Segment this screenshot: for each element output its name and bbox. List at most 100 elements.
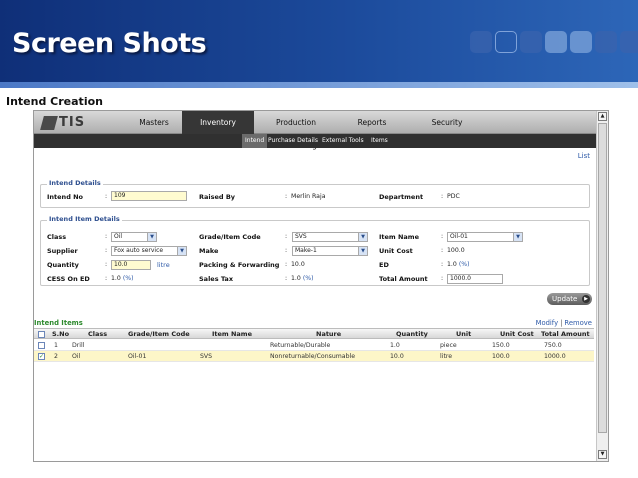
cell-quantity: 1.0	[390, 342, 400, 349]
update-label: Update	[552, 295, 578, 303]
sales-tax-percent: (%)	[302, 275, 314, 282]
slide-title: Screen Shots	[12, 28, 207, 59]
list-link[interactable]: List	[578, 152, 590, 160]
top-menu-bar: TIS Masters Inventory Production Account…	[34, 111, 596, 150]
vertical-scrollbar[interactable]: ▲ ▼	[596, 111, 608, 461]
intend-no-label: Intend No	[47, 193, 84, 201]
quantity-label: Quantity	[47, 261, 79, 269]
submenu-external-tools[interactable]: External Tools	[322, 134, 364, 148]
tile	[520, 31, 542, 53]
ed-number: 1.0	[447, 261, 457, 268]
col-grade: Grade/Item Code	[128, 330, 190, 338]
chevron-down-icon[interactable]: ▼	[513, 233, 522, 241]
cell-nature: Returnable/Durable	[270, 342, 331, 349]
supplier-select[interactable]: Fox auto service ▼	[111, 246, 187, 256]
item-name-value: Oil-01	[450, 233, 468, 240]
modify-link[interactable]: Modify	[536, 319, 559, 327]
colon: :	[105, 247, 108, 254]
submenu-bar: Intend Purchase Details External Tools I…	[34, 134, 596, 148]
item-name-label: Item Name	[379, 233, 419, 241]
colon: :	[285, 275, 288, 282]
intend-no-input[interactable]: 109	[111, 191, 187, 201]
banner-stripe	[0, 82, 638, 88]
tile	[595, 31, 617, 53]
scroll-down-icon[interactable]: ▼	[598, 450, 607, 459]
submenu-purchase-details[interactable]: Purchase Details	[268, 134, 318, 148]
table-row[interactable]: 1 Drill Returnable/Durable 1.0 piece 150…	[34, 340, 594, 351]
menu-inventory[interactable]: Inventory	[182, 111, 254, 134]
department-value: PDC	[447, 193, 460, 200]
make-select[interactable]: Make-1 ▼	[292, 246, 368, 256]
make-value: Make-1	[295, 247, 317, 254]
row-checkbox-checked[interactable]: ✓	[38, 353, 45, 360]
intend-details-group: Intend Details Intend No : 109 Raised By…	[40, 179, 590, 208]
chevron-down-icon[interactable]: ▼	[147, 233, 156, 241]
raised-by-label: Raised By	[199, 193, 236, 201]
quantity-input[interactable]: 10.0	[111, 260, 151, 270]
quantity-unit: litre	[157, 261, 170, 269]
colon: :	[105, 233, 108, 240]
submenu-intend[interactable]: Intend	[242, 134, 268, 148]
colon: :	[441, 193, 444, 200]
tile	[570, 31, 592, 53]
cell-class: Drill	[72, 342, 85, 349]
remove-link[interactable]: Remove	[564, 319, 592, 327]
update-button[interactable]: Update ▶	[547, 293, 592, 305]
chevron-down-icon[interactable]: ▼	[358, 233, 367, 241]
arrow-right-icon: ▶	[582, 295, 590, 303]
sales-tax-number: 1.0	[291, 275, 301, 282]
cell-unit: litre	[440, 353, 453, 360]
table-header: S.No Class Grade/Item Code Item Name Nat…	[34, 328, 594, 339]
colon: :	[285, 193, 288, 200]
slide-banner: Screen Shots	[0, 0, 638, 88]
menu-production-accounting[interactable]: Production Accounting	[254, 111, 338, 150]
tile	[545, 31, 567, 53]
menu-security[interactable]: Security	[412, 111, 482, 134]
cell-grade: Oil-01	[128, 353, 147, 360]
cell-total-amount: 750.0	[544, 342, 562, 349]
scroll-up-icon[interactable]: ▲	[598, 112, 607, 121]
colon: :	[441, 233, 444, 240]
colon: :	[285, 233, 288, 240]
col-unit: Unit	[456, 330, 472, 338]
make-label: Make	[199, 247, 219, 255]
menu-reports[interactable]: Reports	[342, 111, 402, 134]
scrollbar-thumb[interactable]	[598, 123, 607, 433]
intend-item-details-group: Intend Item Details Class : Oil ▼ Grade/I…	[40, 215, 590, 286]
cell-quantity: 10.0	[390, 353, 404, 360]
sales-tax-value: 1.0 (%)	[291, 275, 314, 282]
ed-label: ED	[379, 261, 389, 269]
cell-total-amount: 1000.0	[544, 353, 566, 360]
total-amount-input[interactable]: 1000.0	[447, 274, 503, 284]
unit-cost-value: 100.0	[447, 247, 465, 254]
chevron-down-icon[interactable]: ▼	[177, 247, 186, 255]
colon: :	[285, 261, 288, 268]
colon: :	[105, 261, 108, 268]
packing-forwarding-label: Packing & Forwarding	[199, 261, 280, 269]
grade-select[interactable]: SVS ▼	[292, 232, 368, 242]
logo-text: TIS	[59, 115, 86, 130]
cell-class: Oil	[72, 353, 81, 360]
cell-sno: 2	[54, 353, 58, 360]
intend-item-details-legend: Intend Item Details	[47, 215, 122, 223]
class-select[interactable]: Oil ▼	[111, 232, 157, 242]
colon: :	[105, 193, 108, 200]
col-sno: S.No	[52, 330, 70, 338]
col-item-name: Item Name	[212, 330, 252, 338]
row-checkbox[interactable]	[38, 342, 45, 349]
grade-label: Grade/Item Code	[199, 233, 261, 241]
chevron-down-icon[interactable]: ▼	[358, 247, 367, 255]
col-class: Class	[88, 330, 108, 338]
submenu-items[interactable]: Items	[371, 134, 388, 148]
select-all-checkbox[interactable]	[38, 331, 45, 338]
logo-mark-icon	[40, 115, 58, 130]
class-value: Oil	[114, 233, 123, 240]
item-name-select[interactable]: Oil-01 ▼	[447, 232, 523, 242]
ed-value: 1.0 (%)	[447, 261, 470, 268]
table-row[interactable]: ✓ 2 Oil Oil-01 SVS Nonreturnable/Consuma…	[34, 351, 594, 362]
ed-percent: (%)	[458, 261, 470, 268]
menu-masters[interactable]: Masters	[124, 111, 184, 134]
col-unit-cost: Unit Cost	[500, 330, 534, 338]
total-amount-label: Total Amount	[379, 275, 428, 283]
grade-value: SVS	[295, 233, 307, 240]
